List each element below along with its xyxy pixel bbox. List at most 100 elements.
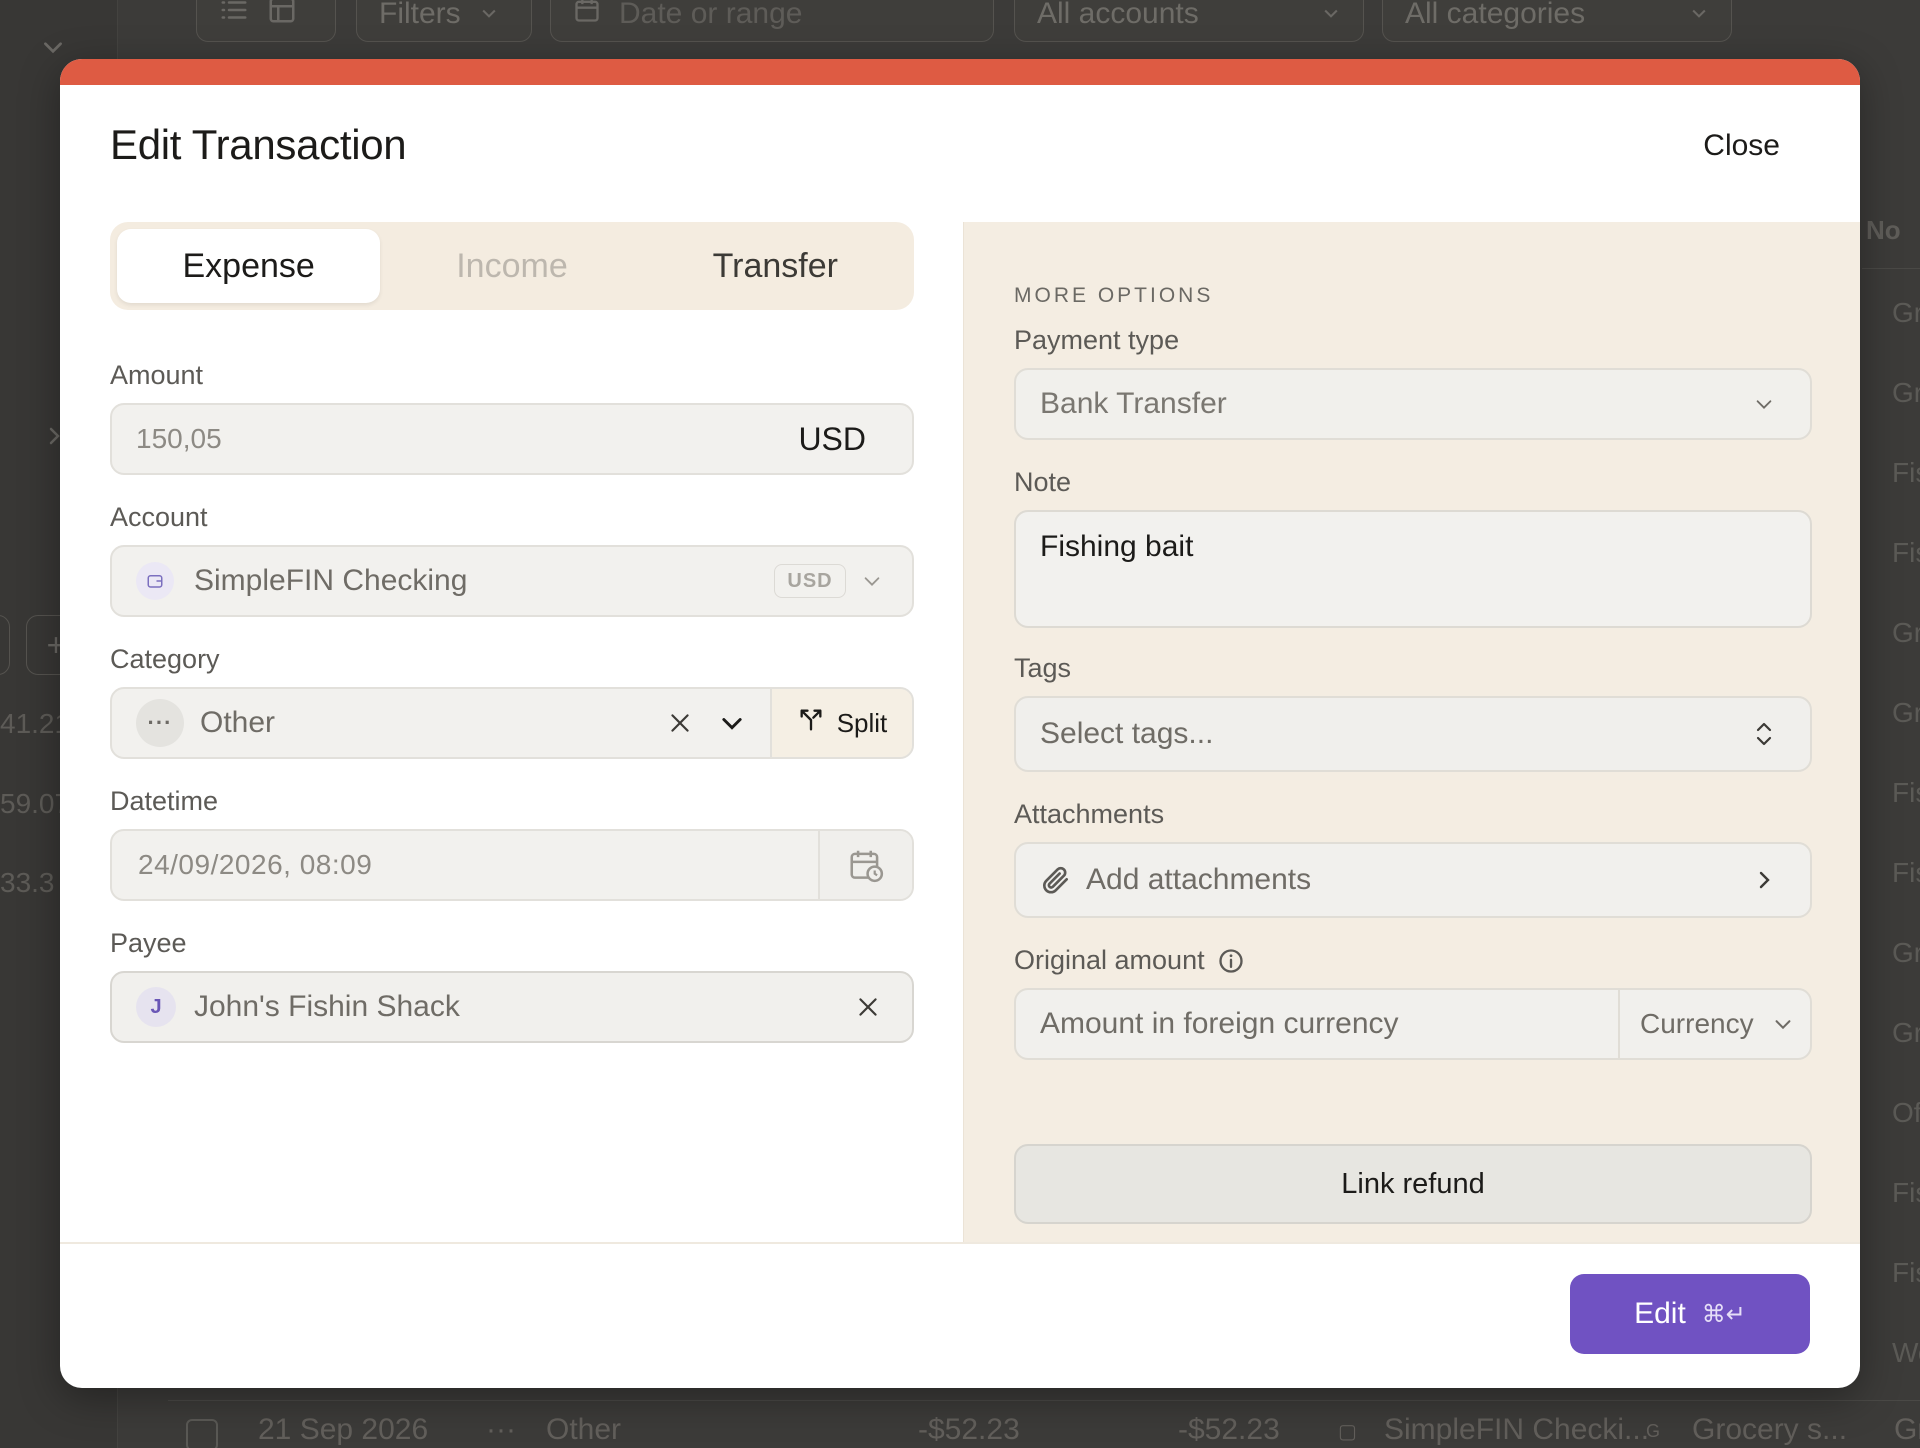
edit-submit-label: Edit <box>1634 1297 1686 1330</box>
more-options-heading: MORE OPTIONS <box>1014 284 1214 307</box>
bg-row-text: We <box>1892 1337 1920 1368</box>
split-button[interactable]: Split <box>770 689 912 757</box>
bg-table-row: 21 Sep 2026 ··· Other -$52.23 -$52.23 ▢ … <box>168 1400 1920 1448</box>
account-label: Account <box>110 502 208 532</box>
bg-row-text: Fis <box>1892 1177 1920 1208</box>
category-label: Category <box>110 644 220 674</box>
tab-expense[interactable]: Expense <box>117 229 381 303</box>
note-field: Note Fishing bait <box>1014 467 1812 628</box>
amount-label: Amount <box>110 360 204 390</box>
amount-input[interactable]: 150,05 USD <box>110 403 914 475</box>
note-label: Note <box>1014 467 1072 497</box>
categories-select: All categories <box>1382 0 1732 42</box>
payment-type-select[interactable]: Bank Transfer <box>1014 368 1812 440</box>
bg-row-text: Gr <box>1892 937 1920 968</box>
chevron-down-icon[interactable] <box>706 697 758 749</box>
bg-row-text: Gr <box>1892 617 1920 648</box>
original-amount-label: Original amount <box>1014 945 1205 975</box>
bg-row-text: Fis <box>1892 777 1920 808</box>
link-refund-button[interactable]: Link refund <box>1014 1144 1812 1224</box>
payment-type-field: Payment type Bank Transfer <box>1014 325 1812 440</box>
chevron-down-icon <box>1750 390 1778 418</box>
bg-amount: 33.3 <box>0 867 55 898</box>
row-payee-avatar: G <box>1646 1421 1661 1441</box>
foreign-amount-input[interactable] <box>1016 990 1618 1058</box>
clear-payee-icon[interactable] <box>842 981 894 1033</box>
original-amount-field: Original amount Currency <box>1014 945 1812 1060</box>
transaction-type-tabs: Expense Income Transfer <box>110 222 914 310</box>
calendar-icon <box>573 0 601 32</box>
close-button[interactable]: Close <box>1703 129 1780 163</box>
chevron-down-icon <box>479 0 499 31</box>
bg-row-text: Gr <box>1892 377 1920 408</box>
payee-value: John's Fishin Shack <box>194 990 460 1023</box>
amount-field: Amount 150,05 USD <box>110 360 914 475</box>
tags-select[interactable]: Select tags... <box>1014 696 1812 772</box>
category-value: Other <box>200 706 276 739</box>
bg-row-text: Fis <box>1892 1257 1920 1288</box>
category-select: ··· Other Split <box>110 687 914 759</box>
sidebar-pill <box>0 615 10 675</box>
clear-category-icon[interactable] <box>654 697 706 749</box>
currency-select-label: Currency <box>1640 1008 1754 1039</box>
account-currency-badge: USD <box>774 564 846 598</box>
accounts-select-label: All accounts <box>1037 0 1199 30</box>
row-note: Gr <box>1894 1413 1920 1446</box>
amount-currency: USD <box>798 420 866 457</box>
calendar-clock-icon[interactable] <box>818 831 912 899</box>
tab-income[interactable]: Income <box>380 229 643 303</box>
paperclip-icon <box>1040 864 1072 896</box>
datetime-label: Datetime <box>110 786 219 816</box>
date-range-placeholder: Date or range <box>619 0 803 30</box>
wallet-icon: ▢ <box>1338 1421 1357 1443</box>
footer-divider <box>60 1242 1860 1244</box>
wallet-icon <box>136 562 174 600</box>
row-amount-converted: -$52.23 <box>1178 1413 1280 1446</box>
bg-row-divider <box>1862 268 1920 269</box>
payment-type-label: Payment type <box>1014 325 1180 355</box>
chevron-down-icon <box>1772 1013 1794 1035</box>
list-icon <box>219 0 249 33</box>
filters-button: Filters <box>356 0 532 42</box>
tags-field: Tags Select tags... <box>1014 653 1812 772</box>
info-icon[interactable] <box>1217 947 1245 975</box>
modal-accent-bar <box>60 59 1860 85</box>
tab-transfer[interactable]: Transfer <box>644 229 907 303</box>
note-textarea[interactable]: Fishing bait <box>1014 510 1812 628</box>
bg-row-text: Gr <box>1892 697 1920 728</box>
row-category: Other <box>546 1413 622 1446</box>
split-icon <box>797 706 825 741</box>
payee-avatar: J <box>136 987 176 1027</box>
currency-select[interactable]: Currency <box>1618 990 1810 1058</box>
category-combobox[interactable]: ··· Other <box>112 689 770 757</box>
category-field: Category ··· Other Split <box>110 644 914 759</box>
chevrons-up-down-icon <box>1750 720 1778 748</box>
accounts-select: All accounts <box>1014 0 1364 42</box>
view-toggle <box>196 0 336 42</box>
payee-combobox[interactable]: J John's Fishin Shack <box>110 971 914 1043</box>
bg-row-text: Fis <box>1892 457 1920 488</box>
row-account: SimpleFIN Checki... <box>1384 1413 1650 1446</box>
account-field: Account SimpleFIN Checking USD <box>110 502 914 617</box>
account-select[interactable]: SimpleFIN Checking USD <box>110 545 914 617</box>
edit-transaction-dialog: Edit Transaction Close Expense Income Tr… <box>60 59 1860 1388</box>
row-date: 21 Sep 2026 <box>258 1413 429 1446</box>
bg-row-text: Fis <box>1892 537 1920 568</box>
edit-submit-button[interactable]: Edit ⌘↵ <box>1570 1274 1810 1354</box>
split-label: Split <box>836 707 888 738</box>
original-amount-group: Currency <box>1014 988 1812 1060</box>
row-payee: Grocery s... <box>1692 1413 1848 1446</box>
datetime-value[interactable]: 24/09/2026, 08:09 <box>138 849 818 881</box>
original-amount-label-row: Original amount <box>1014 945 1812 976</box>
attachments-field: Attachments Add attachments <box>1014 799 1812 918</box>
transaction-form: Expense Income Transfer Amount 150,05 US… <box>110 222 914 1043</box>
amount-value: 150,05 <box>136 423 222 454</box>
bg-row-text: Fis <box>1892 857 1920 888</box>
bg-row-text: Gr <box>1892 297 1920 328</box>
date-range-input: Date or range <box>550 0 994 42</box>
chevron-right-icon <box>1750 866 1778 894</box>
add-attachments-button[interactable]: Add attachments <box>1014 842 1812 918</box>
chevron-down-icon <box>1321 0 1341 31</box>
payee-field: Payee J John's Fishin Shack <box>110 928 914 1043</box>
modal-title: Edit Transaction <box>110 121 407 168</box>
